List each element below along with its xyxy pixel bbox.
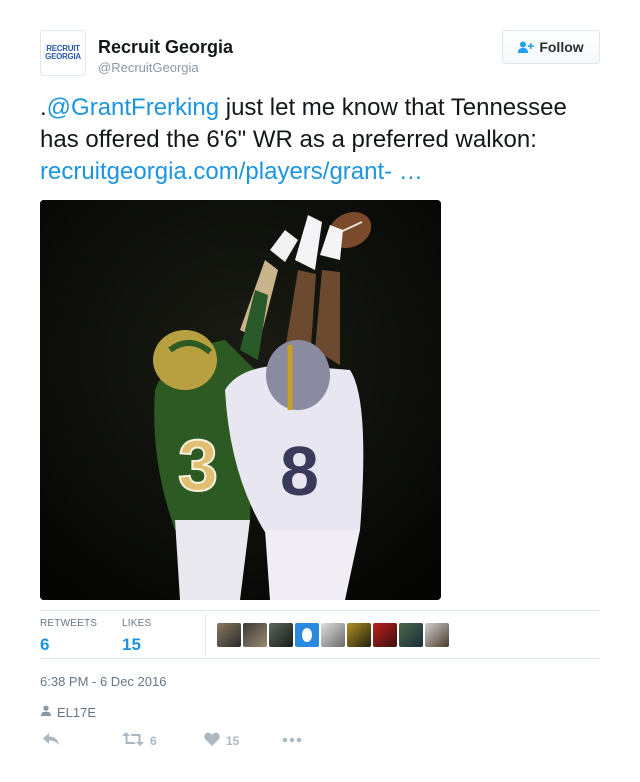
likes-label: LIKES — [122, 618, 152, 629]
liker-avatar[interactable] — [243, 623, 267, 647]
divider — [40, 658, 600, 659]
divider — [40, 610, 600, 611]
text-prefix: . — [40, 94, 47, 121]
liker-avatar[interactable] — [347, 623, 371, 647]
stats-separator — [205, 614, 206, 656]
likes-stat[interactable]: LIKES 15 — [122, 618, 151, 655]
reply-icon — [42, 732, 60, 749]
liker-avatar[interactable] — [321, 623, 345, 647]
more-icon — [282, 732, 302, 746]
mention-link[interactable]: @GrantFrerking — [47, 94, 219, 121]
follow-button[interactable]: Follow — [502, 30, 600, 64]
retweet-icon — [122, 732, 144, 749]
liker-avatar[interactable] — [217, 623, 241, 647]
author-name[interactable]: Recruit Georgia — [98, 37, 233, 58]
retweets-label: RETWEETS — [40, 618, 98, 629]
liker-avatar[interactable] — [425, 623, 449, 647]
location-person-icon — [40, 705, 52, 720]
heart-icon — [204, 732, 220, 749]
likes-count: 15 — [122, 635, 141, 654]
tweet-timestamp[interactable]: 6:38 PM - 6 Dec 2016 — [40, 674, 166, 689]
location-label: EL17E — [57, 705, 97, 720]
svg-text:3: 3 — [178, 426, 218, 506]
reply-button[interactable] — [42, 732, 60, 749]
tweet-location[interactable]: EL17E — [40, 705, 96, 720]
like-button[interactable]: 15 — [204, 732, 239, 749]
avatar-text-line2: GEORGIA — [45, 52, 81, 61]
retweets-count: 6 — [40, 635, 50, 654]
liker-avatars — [217, 623, 449, 647]
like-count: 15 — [226, 733, 240, 748]
follow-label: Follow — [539, 39, 584, 55]
liker-avatar[interactable] — [269, 623, 293, 647]
follow-user-icon — [518, 41, 535, 54]
tweet-card: RECRUIT GEORGIA Recruit Georgia @Recruit… — [0, 0, 640, 782]
more-button[interactable] — [282, 732, 302, 746]
url-link[interactable]: recruitgeorgia.com/players/grant- … — [40, 158, 423, 185]
svg-text:8: 8 — [280, 432, 319, 510]
liker-avatar[interactable] — [295, 623, 319, 647]
liker-avatar[interactable] — [399, 623, 423, 647]
retweet-count: 6 — [150, 733, 157, 748]
retweets-stat[interactable]: RETWEETS 6 — [40, 618, 97, 655]
avatar[interactable]: RECRUIT GEORGIA — [40, 30, 86, 76]
tweet-header: RECRUIT GEORGIA Recruit Georgia @Recruit… — [40, 30, 600, 80]
retweet-button[interactable]: 6 — [122, 732, 157, 749]
tweet-text: .@GrantFrerking just let me know that Te… — [40, 92, 600, 188]
tweet-photo[interactable]: 3 8 — [40, 200, 441, 600]
liker-avatar[interactable] — [373, 623, 397, 647]
author-handle[interactable]: @RecruitGeorgia — [98, 60, 199, 75]
